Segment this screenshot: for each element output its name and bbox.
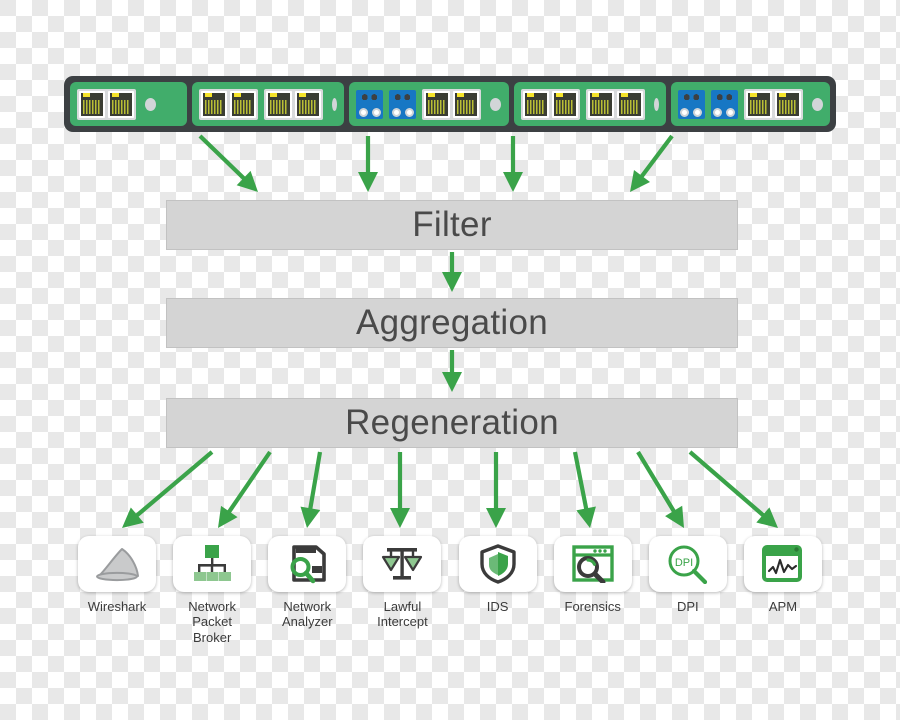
arrow-regeneration-to-tool [572, 451, 596, 528]
chart-window-icon[interactable] [743, 536, 822, 592]
rj45-port-icon[interactable] [453, 90, 480, 118]
tool-row: Wireshark Network Packet Broker Network … [78, 536, 822, 645]
rj45-port-icon[interactable] [424, 90, 451, 118]
tool-forensics[interactable]: Forensics [553, 536, 632, 645]
tool-label-lawful-intercept: Lawful Intercept [377, 599, 428, 630]
chassis-module-5[interactable] [670, 82, 830, 126]
rj45-port-pair[interactable] [520, 88, 580, 120]
lc-connector-icon [358, 107, 368, 117]
stage-label-filter: Filter [412, 205, 492, 244]
rj45-port-pair[interactable] [77, 88, 136, 120]
browser-magnifier-icon[interactable] [553, 536, 632, 592]
lc-connector-icon [726, 107, 736, 117]
sfp-fiber-port-icon[interactable] [356, 89, 384, 119]
stage-label-regeneration: Regeneration [345, 403, 559, 442]
rj45-port-icon[interactable] [201, 90, 228, 118]
rj45-port-icon[interactable] [522, 90, 549, 118]
stage-box-regeneration[interactable]: Regeneration [166, 398, 738, 448]
tool-net-analyzer[interactable]: Network Analyzer [268, 536, 347, 645]
network-tap-chassis[interactable] [64, 76, 836, 132]
rj45-port-icon[interactable] [587, 90, 614, 118]
tool-label-dpi: DPI [677, 599, 699, 614]
sfp-fiber-port-icon[interactable] [710, 89, 738, 119]
tool-label-net-analyzer: Network Analyzer [281, 599, 333, 630]
stage-label-aggregation: Aggregation [355, 303, 549, 342]
tool-apm[interactable]: APM [743, 536, 822, 645]
sfp-fiber-port-icon[interactable] [677, 89, 705, 119]
rj45-port-icon[interactable] [295, 90, 322, 118]
rj45-port-icon[interactable] [616, 90, 643, 118]
lc-connector-icon [391, 107, 401, 117]
chassis-module-4[interactable] [513, 82, 666, 126]
chassis-module-3[interactable] [349, 82, 509, 126]
shark-fin-icon[interactable] [78, 536, 156, 592]
status-led-icon [653, 97, 659, 111]
rj45-port-icon[interactable] [266, 90, 293, 118]
tool-label-forensics: Forensics [564, 599, 621, 614]
tool-packet-broker[interactable]: Network Packet Broker [173, 536, 252, 645]
chassis-module-1[interactable] [70, 82, 188, 126]
scales-of-justice-icon[interactable] [363, 536, 442, 592]
tool-lawful-intercept[interactable]: Lawful Intercept [363, 536, 442, 645]
tool-label-ids: IDS [486, 599, 509, 614]
arrow-chassis-to-filter [630, 134, 674, 192]
lc-connector-icon [405, 107, 415, 117]
arrow-regeneration-to-tool [688, 450, 778, 528]
rj45-port-pair[interactable] [264, 88, 324, 120]
arrow-stage-link [442, 350, 462, 392]
tool-label-wireshark: Wireshark [87, 599, 147, 614]
diagram-canvas: Filter Aggregation Regeneration Wireshar… [0, 0, 900, 720]
rj45-port-pair[interactable] [585, 88, 645, 120]
lc-connector-icon [679, 107, 689, 117]
arrow-chassis-to-filter [358, 136, 378, 192]
status-led-icon [490, 97, 502, 111]
network-tree-icon[interactable] [173, 536, 252, 592]
status-led-icon [332, 97, 338, 111]
sfp-fiber-port-icon[interactable] [389, 89, 417, 119]
stage-box-filter[interactable]: Filter [166, 200, 738, 250]
rj45-port-icon[interactable] [745, 90, 772, 118]
arrow-regeneration-to-tool [300, 451, 323, 528]
rj45-port-icon[interactable] [230, 90, 257, 118]
svg-text:DPI: DPI [675, 557, 693, 569]
status-led-icon [145, 97, 156, 111]
rj45-port-icon[interactable] [551, 90, 578, 118]
stage-box-aggregation[interactable]: Aggregation [166, 298, 738, 348]
tool-dpi[interactable]: DPI DPI [648, 536, 727, 645]
lc-connector-icon [712, 107, 722, 117]
rj45-port-pair[interactable] [199, 88, 259, 120]
status-led-icon [811, 97, 823, 111]
arrow-regeneration-to-tool [122, 450, 214, 528]
rj45-port-pair[interactable] [422, 88, 482, 120]
chassis-module-2[interactable] [192, 82, 345, 126]
tool-wireshark[interactable]: Wireshark [78, 536, 156, 645]
arrow-chassis-to-filter [198, 134, 258, 192]
arrow-regeneration-to-tool [636, 450, 684, 528]
dpi-magnifier-icon[interactable]: DPI [648, 536, 727, 592]
rj45-port-icon[interactable] [108, 90, 134, 118]
tool-ids[interactable]: IDS [458, 536, 537, 645]
packet-magnifier-icon[interactable] [268, 536, 347, 592]
arrow-regeneration-to-tool [390, 452, 410, 528]
arrow-stage-link [442, 252, 462, 292]
tool-label-apm: APM [768, 599, 798, 614]
lc-connector-icon [693, 107, 703, 117]
arrow-regeneration-to-tool [218, 450, 272, 528]
rj45-port-icon[interactable] [79, 90, 105, 118]
lc-connector-icon [372, 107, 382, 117]
rj45-port-icon[interactable] [774, 90, 801, 118]
shield-icon[interactable] [458, 536, 537, 592]
arrow-chassis-to-filter [503, 136, 523, 192]
rj45-port-pair[interactable] [743, 88, 803, 120]
arrow-regeneration-to-tool [486, 452, 506, 528]
tool-label-packet-broker: Network Packet Broker [188, 599, 236, 645]
